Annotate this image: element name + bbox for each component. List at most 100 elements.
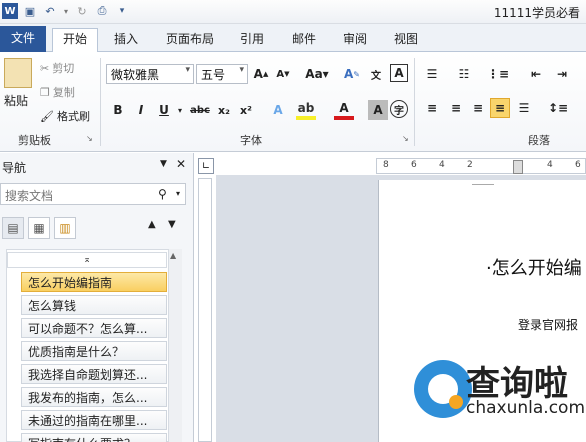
format-painter-button[interactable]: 🖌 格式刷 bbox=[40, 108, 90, 124]
font-size-combo[interactable]: 五号 ▾ bbox=[196, 64, 248, 84]
clipboard-launcher-icon[interactable]: ↘ bbox=[86, 134, 93, 143]
font-name-combo[interactable]: 微软雅黑 ▾ bbox=[106, 64, 194, 84]
ribbon-tabs: 文件 开始 插入 页面布局 引用 邮件 审阅 视图 bbox=[0, 24, 586, 52]
paste-icon[interactable] bbox=[4, 58, 32, 88]
italic-icon[interactable]: I bbox=[131, 100, 151, 120]
character-border-icon[interactable]: A bbox=[390, 64, 408, 82]
document-text[interactable]: 登录官网报 bbox=[518, 316, 578, 333]
clear-formatting-icon[interactable]: A ✎ bbox=[342, 64, 362, 84]
next-heading-icon[interactable]: ▼ bbox=[168, 219, 176, 230]
justify-icon[interactable]: ≡ bbox=[490, 98, 510, 118]
copy-icon: ❐ bbox=[40, 85, 50, 99]
word-logo-icon[interactable]: W bbox=[2, 3, 18, 19]
ruler-number: 6 bbox=[411, 160, 417, 170]
previous-heading-icon[interactable]: ▲ bbox=[148, 219, 156, 230]
horizontal-ruler: 8 6 4 2 4 6 bbox=[376, 158, 586, 174]
chevron-down-icon: ▾ bbox=[185, 65, 190, 75]
undo-dropdown-icon[interactable]: ▾ bbox=[58, 3, 74, 19]
font-color-icon[interactable]: A bbox=[334, 100, 354, 120]
save-icon[interactable]: ▣ bbox=[22, 3, 38, 19]
bold-icon[interactable]: B bbox=[108, 100, 128, 120]
search-icon[interactable]: ⚲ bbox=[158, 187, 167, 201]
text-effects-icon[interactable]: A bbox=[268, 100, 288, 120]
distributed-icon[interactable]: ☰ bbox=[514, 98, 534, 118]
tab-file[interactable]: 文件 bbox=[0, 26, 46, 52]
list-item[interactable]: 怎么开始编指南 bbox=[21, 272, 167, 292]
change-case-icon[interactable]: Aa▾ bbox=[304, 64, 330, 84]
undo-icon[interactable]: ↶ bbox=[42, 3, 58, 19]
copy-button[interactable]: ❐ 复制 bbox=[40, 84, 75, 100]
headings-tab-icon[interactable]: ▤ bbox=[2, 217, 24, 239]
decrease-indent-icon[interactable]: ⇤ bbox=[526, 64, 546, 84]
pages-tab-icon[interactable]: ▦ bbox=[28, 217, 50, 239]
list-item[interactable]: 可以命题不？怎么算... bbox=[21, 318, 167, 338]
watermark-logo-dot bbox=[449, 395, 463, 409]
navigation-pane: 导航 ▼ ✕ 搜索文档 ⚲ ▾ ▤ ▦ ▥ ▲ ▼ ⌅ 怎么开始编指南 怎么算钱… bbox=[0, 153, 194, 442]
ruler-number: 8 bbox=[383, 160, 389, 170]
bullets-icon[interactable]: ☰ bbox=[422, 64, 442, 84]
chevron-down-icon: ▾ bbox=[239, 65, 244, 75]
tab-references[interactable]: 引用 bbox=[230, 29, 274, 51]
list-item[interactable]: 优质指南是什么？ bbox=[21, 341, 167, 361]
vertical-ruler bbox=[198, 178, 212, 442]
shrink-font-icon[interactable]: A ▼ bbox=[273, 64, 293, 84]
paragraph-group-label: 段落 bbox=[528, 134, 550, 147]
align-center-icon[interactable]: ≡ bbox=[446, 98, 466, 118]
cut-button[interactable]: ✂ 剪切 bbox=[40, 60, 74, 76]
enclose-characters-icon[interactable]: 字 bbox=[390, 100, 408, 118]
format-painter-label: 格式刷 bbox=[56, 110, 90, 123]
redo-icon[interactable]: ↻ bbox=[74, 3, 90, 19]
list-item[interactable]: 我选择自命题划算还... bbox=[21, 364, 167, 384]
increase-indent-icon[interactable]: ⇥ bbox=[552, 64, 572, 84]
customize-toolbar-icon[interactable]: ▾ bbox=[114, 3, 130, 19]
ruler-number: 4 bbox=[439, 160, 445, 170]
tab-insert[interactable]: 插入 bbox=[104, 29, 148, 51]
nav-menu-icon[interactable]: ▼ bbox=[160, 159, 167, 169]
tab-view[interactable]: 视图 bbox=[384, 29, 428, 51]
ruler-number: 4 bbox=[547, 160, 553, 170]
align-left-icon[interactable]: ≡ bbox=[422, 98, 442, 118]
multilevel-list-icon[interactable]: ⋮≡ bbox=[487, 64, 509, 84]
list-item[interactable]: 写指南有什么要求？ bbox=[21, 433, 167, 442]
highlight-icon[interactable]: ab bbox=[296, 100, 316, 120]
list-item[interactable]: 怎么算钱 bbox=[21, 295, 167, 315]
phonetic-guide-icon[interactable]: 文 bbox=[366, 64, 386, 84]
print-preview-icon[interactable]: ⎙ bbox=[94, 3, 110, 19]
tab-page-layout[interactable]: 页面布局 bbox=[156, 29, 224, 51]
results-tab-icon[interactable]: ▥ bbox=[54, 217, 76, 239]
scroll-up-icon[interactable]: ▲ bbox=[170, 251, 176, 260]
tab-selector-icon[interactable]: ∟ bbox=[198, 158, 214, 174]
paste-button[interactable]: 粘贴 bbox=[4, 92, 28, 109]
grow-font-icon[interactable]: A ▲ bbox=[251, 64, 271, 84]
collapse-all-icon[interactable]: ⌅ bbox=[7, 252, 167, 268]
list-item[interactable]: 未通过的指南在哪里... bbox=[21, 410, 167, 430]
scissors-icon: ✂ bbox=[40, 61, 50, 75]
document-heading[interactable]: ·怎么开始编 bbox=[486, 254, 582, 280]
tab-mailings[interactable]: 邮件 bbox=[282, 29, 326, 51]
paintbrush-icon: 🖌 bbox=[40, 109, 54, 123]
numbering-icon[interactable]: ☷ bbox=[454, 64, 474, 84]
scrollbar[interactable]: ▲ bbox=[168, 249, 182, 442]
indent-marker[interactable] bbox=[513, 160, 523, 174]
font-name-value: 微软雅黑 bbox=[111, 68, 160, 82]
tab-review[interactable]: 审阅 bbox=[333, 29, 377, 51]
list-item[interactable]: 我发布的指南，怎么... bbox=[21, 387, 167, 407]
ribbon: 粘贴 ✂ 剪切 ❐ 复制 🖌 格式刷 剪贴板 ↘ 微软雅黑 ▾ 五号 ▾ A ▲ A ▼ Aa… bbox=[0, 52, 586, 152]
separator bbox=[414, 58, 415, 146]
title-bar: W ▣ ↶ ▾ ↻ ⎙ ▾ 11111学员必看 bbox=[0, 0, 586, 24]
search-dropdown-icon[interactable]: ▾ bbox=[176, 189, 180, 198]
line-spacing-icon[interactable]: ↕≡ bbox=[548, 98, 568, 118]
nav-title: 导航 bbox=[2, 161, 27, 175]
ruler-number: 6 bbox=[575, 160, 581, 170]
clipboard-group-label: 剪贴板 bbox=[18, 134, 51, 147]
underline-dropdown-icon[interactable]: ▾ bbox=[170, 100, 190, 120]
subscript-icon[interactable]: x₂ bbox=[214, 100, 234, 120]
font-launcher-icon[interactable]: ↘ bbox=[402, 134, 409, 143]
character-shading-icon[interactable]: A bbox=[368, 100, 388, 120]
tab-home[interactable]: 开始 bbox=[52, 28, 99, 52]
margin-marker bbox=[472, 184, 494, 185]
close-icon[interactable]: ✕ bbox=[176, 157, 186, 171]
align-right-icon[interactable]: ≡ bbox=[468, 98, 488, 118]
strikethrough-icon[interactable]: abc bbox=[190, 100, 210, 120]
superscript-icon[interactable]: x² bbox=[236, 100, 256, 120]
